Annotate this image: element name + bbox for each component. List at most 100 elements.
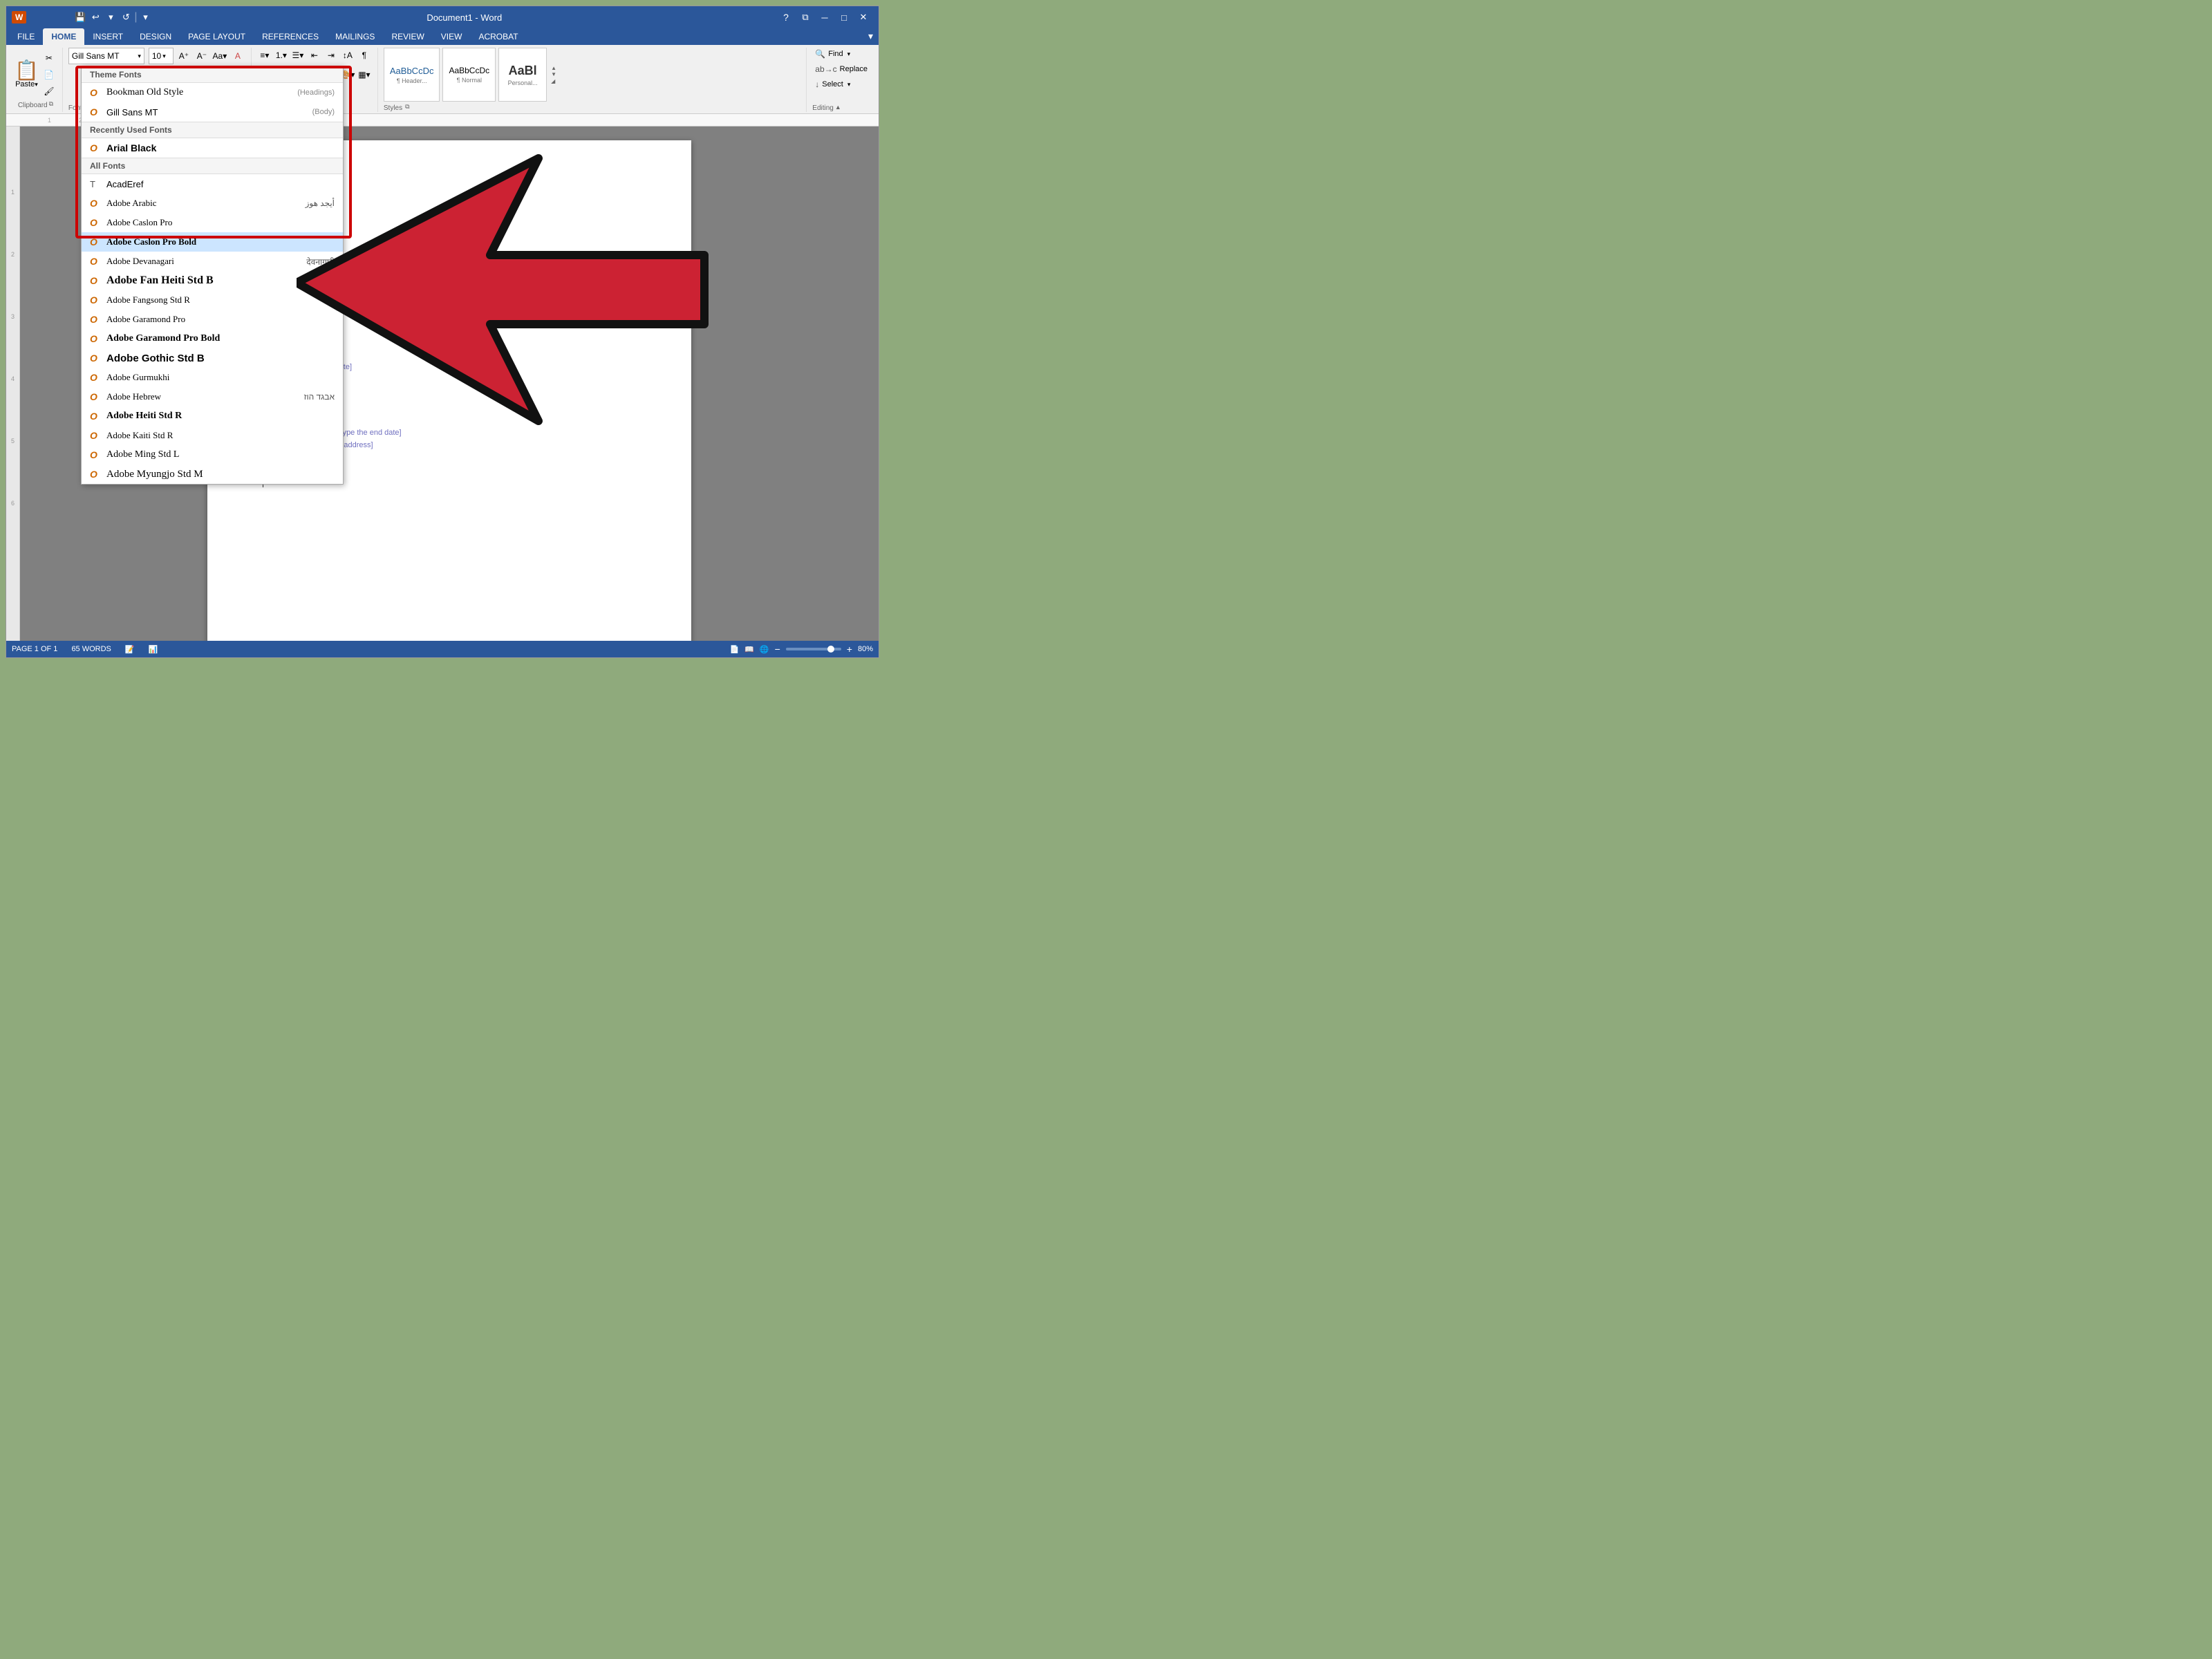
increase-indent-button[interactable]: ⇥ xyxy=(324,48,339,63)
style-personal[interactable]: AaBl Personal... xyxy=(498,48,547,102)
font-size-dropdown[interactable]: ▾ xyxy=(162,53,166,60)
font-icon-adobe-hebrew: O xyxy=(90,391,101,402)
styles-expand[interactable]: ⧉ xyxy=(405,103,409,111)
replace-label: Replace xyxy=(840,65,868,73)
font-dropdown-scroll[interactable]: Theme Fonts O Bookman Old Style (Heading… xyxy=(82,66,343,484)
font-icon-adobe-heiti: O xyxy=(90,411,101,422)
scroll-up-icon: ▲ xyxy=(551,65,556,72)
editing-group: 🔍 Find ▾ ab→c Replace ↓ Select ▾ Editing… xyxy=(807,48,876,112)
zoom-out-button[interactable]: − xyxy=(775,644,780,655)
undo-dropdown[interactable]: ▾ xyxy=(104,10,118,24)
find-button[interactable]: 🔍 Find ▾ xyxy=(812,48,853,60)
paste-dropdown[interactable]: ▾ xyxy=(35,81,38,88)
restore-button[interactable]: ⧉ xyxy=(796,8,815,27)
font-item-adobe-garamond-bold[interactable]: O Adobe Garamond Pro Bold xyxy=(82,329,343,348)
font-name-adobe-hebrew: Adobe Hebrew xyxy=(106,391,299,402)
bullets-button[interactable]: ≡▾ xyxy=(257,48,272,63)
replace-button[interactable]: ab→c Replace xyxy=(812,63,870,75)
tab-review[interactable]: REVIEW xyxy=(383,28,432,45)
font-item-gillsans[interactable]: O Gill Sans MT (Body) xyxy=(82,102,343,122)
clipboard-expand[interactable]: ⧉ xyxy=(49,100,53,108)
font-icon-adobe-gurmukhi: O xyxy=(90,372,101,383)
font-item-adobe-kaiti[interactable]: O Adobe Kaiti Std R xyxy=(82,426,343,445)
tab-file[interactable]: FILE xyxy=(9,28,43,45)
find-label: Find xyxy=(828,50,843,58)
review-icon[interactable]: 📝 xyxy=(125,645,135,654)
font-icon-adobe-fan: O xyxy=(90,275,101,286)
style-normal[interactable]: AaBbCcDc ¶ Normal xyxy=(442,48,496,102)
font-item-adobe-caslon-bold[interactable]: O Adobe Caslon Pro Bold xyxy=(82,232,343,252)
tab-design[interactable]: DESIGN xyxy=(131,28,180,45)
paragraph-row1: ≡▾ 1.▾ ☰▾ ⇤ ⇥ ↕A ¶ xyxy=(257,48,372,63)
font-item-adobe-hebrew[interactable]: O Adobe Hebrew אבגד הוז xyxy=(82,387,343,406)
tab-insert[interactable]: INSERT xyxy=(84,28,131,45)
maximize-button[interactable]: □ xyxy=(834,8,854,27)
font-name-adobe-caslon-bold: Adobe Caslon Pro Bold xyxy=(106,236,335,247)
font-grow-button[interactable]: A⁺ xyxy=(176,48,191,64)
close-button[interactable]: ✕ xyxy=(854,8,873,27)
save-button[interactable]: 💾 xyxy=(73,10,87,24)
editing-expand[interactable]: ▲ xyxy=(835,104,841,111)
font-item-adobe-heiti[interactable]: O Adobe Heiti Std R xyxy=(82,406,343,426)
tab-mailings[interactable]: MAILINGS xyxy=(327,28,383,45)
styles-scroll[interactable]: ▲ ▼ ◢ xyxy=(550,48,558,102)
layout-view-icon[interactable]: 📄 xyxy=(729,645,739,654)
font-icon-acadref: T xyxy=(90,179,101,189)
font-item-adobe-devanagari[interactable]: O Adobe Devanagari देवनागारी xyxy=(82,252,343,271)
zoom-slider[interactable] xyxy=(786,648,841,650)
font-icon-adobe-fangsong: O xyxy=(90,294,101,306)
borders-button[interactable]: ▦▾ xyxy=(357,67,372,82)
font-item-arial-black[interactable]: O Arial Black xyxy=(82,138,343,158)
numbering-button[interactable]: 1.▾ xyxy=(274,48,289,63)
redo-button[interactable]: ↺ xyxy=(119,10,133,24)
web-view-icon[interactable]: 🌐 xyxy=(760,645,769,654)
font-item-adobe-gurmukhi[interactable]: O Adobe Gurmukhi xyxy=(82,368,343,387)
tab-acrobat[interactable]: ACROBAT xyxy=(470,28,526,45)
clear-formatting-button[interactable]: A xyxy=(230,48,245,64)
font-item-adobe-fangsong[interactable]: O Adobe Fangsong Std R xyxy=(82,290,343,310)
select-icon: ↓ xyxy=(815,79,819,89)
font-item-adobe-fan[interactable]: O Adobe Fan Heiti Std B xyxy=(82,271,343,290)
font-shrink-button[interactable]: A⁻ xyxy=(194,48,209,64)
font-preview-adobe-devanagari: देवनागारी xyxy=(306,256,335,268)
select-dropdown-icon[interactable]: ▾ xyxy=(847,81,851,88)
sort-button[interactable]: ↕A xyxy=(340,48,355,63)
help-button[interactable]: ? xyxy=(776,8,796,27)
font-item-adobe-gothic[interactable]: O Adobe Gothic Std B xyxy=(82,348,343,368)
change-case-button[interactable]: Aa▾ xyxy=(212,48,227,64)
style-header[interactable]: AaBbCcDc ¶ Header... xyxy=(384,48,440,102)
read-view-icon[interactable]: 📖 xyxy=(744,645,754,654)
cut-button[interactable]: ✂ xyxy=(41,50,57,66)
font-name-dropdown[interactable]: ▾ xyxy=(138,53,141,60)
collapse-ribbon-button[interactable]: ▾ xyxy=(863,29,879,44)
font-item-adobe-myungjo[interactable]: O Adobe Myungjo Std M xyxy=(82,465,343,484)
customize-button[interactable]: ▾ xyxy=(138,10,152,24)
table-icon[interactable]: 📊 xyxy=(149,645,158,654)
tab-page-layout[interactable]: PAGE LAYOUT xyxy=(180,28,254,45)
find-dropdown-icon[interactable]: ▾ xyxy=(847,50,851,58)
show-hide-button[interactable]: ¶ xyxy=(357,48,372,63)
decrease-indent-button[interactable]: ⇤ xyxy=(307,48,322,63)
tab-home[interactable]: HOME xyxy=(43,28,84,45)
styles-samples: AaBbCcDc ¶ Header... AaBbCcDc ¶ Normal A… xyxy=(384,48,558,102)
style-normal-name: ¶ Normal xyxy=(449,77,489,84)
font-item-adobe-arabic[interactable]: O Adobe Arabic أيجد هوز xyxy=(82,194,343,213)
font-size-input[interactable]: 10 ▾ xyxy=(149,48,174,64)
font-item-adobe-garamond[interactable]: O Adobe Garamond Pro xyxy=(82,310,343,329)
undo-button[interactable]: ↩ xyxy=(88,10,102,24)
paste-button[interactable]: 📋 Paste ▾ xyxy=(15,61,39,88)
font-item-bookman[interactable]: O Bookman Old Style (Headings) xyxy=(82,83,343,102)
format-painter-button[interactable]: 🖌 xyxy=(41,84,57,99)
font-item-adobe-ming[interactable]: O Adobe Ming Std L xyxy=(82,445,343,465)
minimize-button[interactable]: ─ xyxy=(815,8,834,27)
multilevel-button[interactable]: ☰▾ xyxy=(290,48,306,63)
font-item-adobe-caslon[interactable]: O Adobe Caslon Pro xyxy=(82,213,343,232)
tab-references[interactable]: REFERENCES xyxy=(254,28,327,45)
font-icon-adobe-caslon-bold: O xyxy=(90,236,101,247)
font-item-acadref[interactable]: T AcadEref xyxy=(82,174,343,194)
select-button[interactable]: ↓ Select ▾ xyxy=(812,78,853,91)
font-name-input[interactable]: Gill Sans MT ▾ xyxy=(68,48,144,64)
copy-button[interactable]: 📄 xyxy=(41,67,57,82)
tab-view[interactable]: VIEW xyxy=(433,28,471,45)
zoom-in-button[interactable]: + xyxy=(847,644,852,655)
